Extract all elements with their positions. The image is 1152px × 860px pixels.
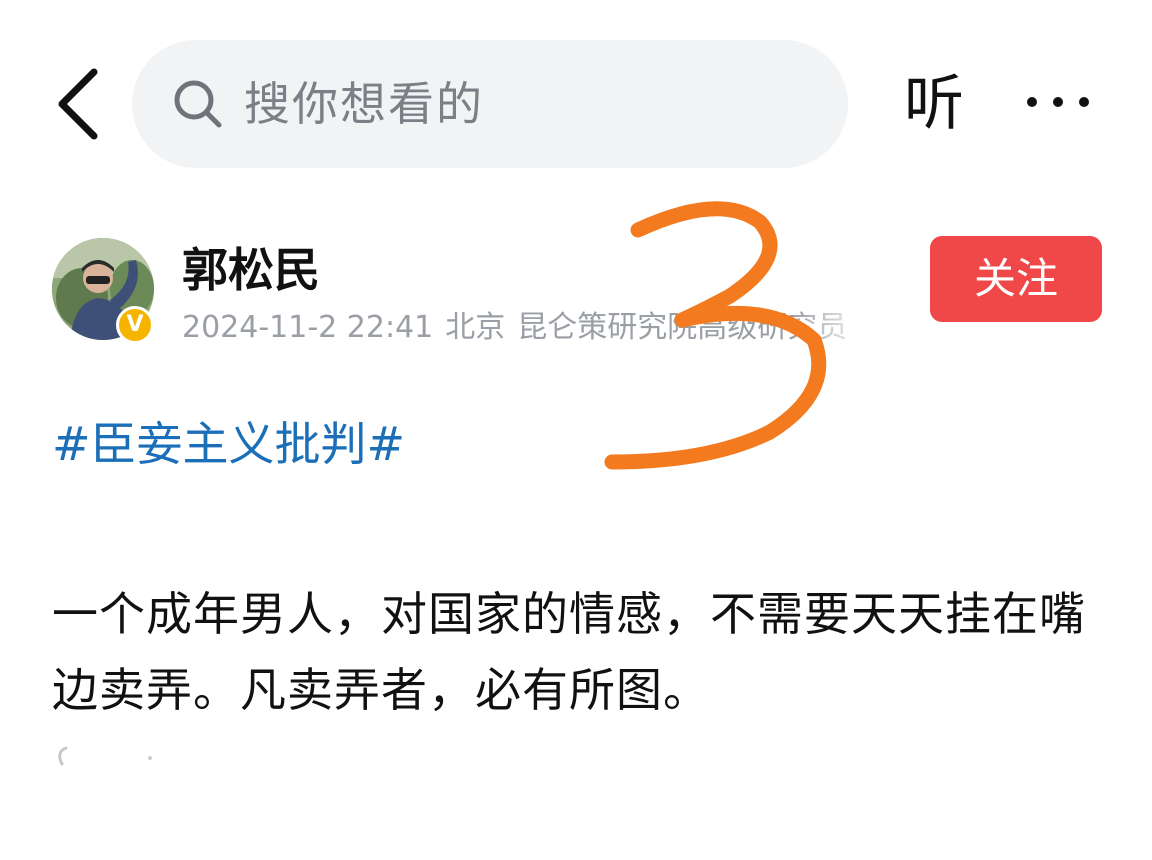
back-button[interactable] [50, 64, 110, 144]
truncated-glyph-tops [58, 746, 152, 766]
hashtag-link[interactable]: #臣妾主义批判# [52, 414, 405, 474]
more-dots-icon [1027, 97, 1089, 107]
more-button[interactable] [1026, 90, 1090, 114]
post-location: 北京 [445, 310, 506, 345]
chevron-left-icon [58, 68, 98, 140]
listen-button[interactable]: 听 [904, 64, 964, 144]
vip-badge-icon: V [116, 306, 154, 344]
post-meta: 2024-11-2 22:41 北京 昆仑策研究院高级研究员 [182, 308, 872, 348]
search-input[interactable]: 搜你想看的 [132, 40, 848, 168]
post-date: 2024-11-2 22:41 [182, 310, 434, 345]
author-name[interactable]: 郭松民 [182, 242, 320, 298]
search-icon [174, 80, 222, 128]
search-placeholder: 搜你想看的 [244, 77, 484, 131]
truncated-line [52, 744, 172, 766]
top-bar: 搜你想看的 听 [0, 0, 1152, 200]
post-text: 一个成年男人，对国家的情感，不需要天天挂在嘴边卖弄。凡卖弄者，必有所图。 [52, 587, 1086, 717]
follow-button[interactable]: 关注 [930, 236, 1102, 322]
meta-fade [792, 308, 872, 348]
author-header: V 郭松民 2024-11-2 22:41 北京 昆仑策研究院高级研究员 关注 [0, 230, 1152, 360]
